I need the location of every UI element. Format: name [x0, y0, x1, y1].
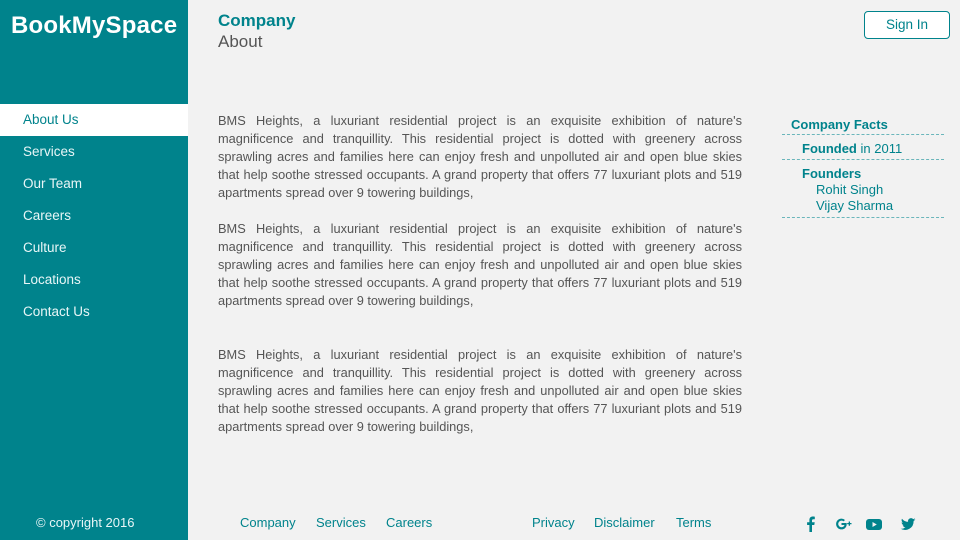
sidebar-item-about-us[interactable]: About Us	[0, 104, 188, 136]
facebook-icon[interactable]	[802, 515, 820, 533]
founded-row: Founded in 2011	[782, 135, 944, 160]
footer-link-privacy[interactable]: Privacy	[532, 515, 575, 530]
youtube-icon[interactable]	[865, 515, 883, 533]
footer-link-services[interactable]: Services	[316, 515, 366, 530]
footer-link-careers[interactable]: Careers	[386, 515, 432, 530]
content-paragraph-3: BMS Heights, a luxuriant residential pro…	[218, 347, 742, 434]
footer-link-disclaimer[interactable]: Disclaimer	[594, 515, 655, 530]
company-facts-panel: Company Facts Founded in 2011 Founders R…	[782, 117, 944, 218]
google-plus-icon[interactable]	[835, 515, 853, 533]
sidebar-item-culture[interactable]: Culture	[0, 232, 188, 264]
sidebar-item-contact-us[interactable]: Contact Us	[0, 296, 188, 328]
sidebar-nav: About Us Services Our Team Careers Cultu…	[0, 104, 188, 328]
sidebar-item-careers[interactable]: Careers	[0, 200, 188, 232]
founded-value: in 2011	[860, 141, 903, 156]
page-subtitle: About	[218, 32, 263, 51]
sidebar-item-locations[interactable]: Locations	[0, 264, 188, 296]
footer-link-company[interactable]: Company	[240, 515, 296, 530]
founders-row: Founders Rohit Singh Vijay Sharma	[782, 160, 944, 218]
sidebar-item-our-team[interactable]: Our Team	[0, 168, 188, 200]
founded-label: Founded	[802, 141, 857, 156]
footer-link-terms[interactable]: Terms	[676, 515, 711, 530]
brand-logo[interactable]: BookMySpace	[11, 12, 177, 40]
company-facts-title: Company Facts	[782, 117, 944, 135]
page-title: Company	[218, 11, 296, 30]
sign-in-button[interactable]: Sign In	[864, 11, 950, 39]
copyright-text: © copyright 2016	[36, 515, 135, 530]
founder-name: Rohit Singh	[816, 182, 884, 197]
founder-name: Vijay Sharma	[816, 198, 894, 213]
content-paragraph-1: BMS Heights, a luxuriant residential pro…	[218, 113, 742, 200]
sidebar: BookMySpace About Us Services Our Team C…	[0, 0, 188, 540]
twitter-icon[interactable]	[899, 515, 917, 533]
content-paragraph-2: BMS Heights, a luxuriant residential pro…	[218, 221, 742, 308]
founders-label: Founders	[802, 166, 862, 181]
sidebar-item-services[interactable]: Services	[0, 136, 188, 168]
